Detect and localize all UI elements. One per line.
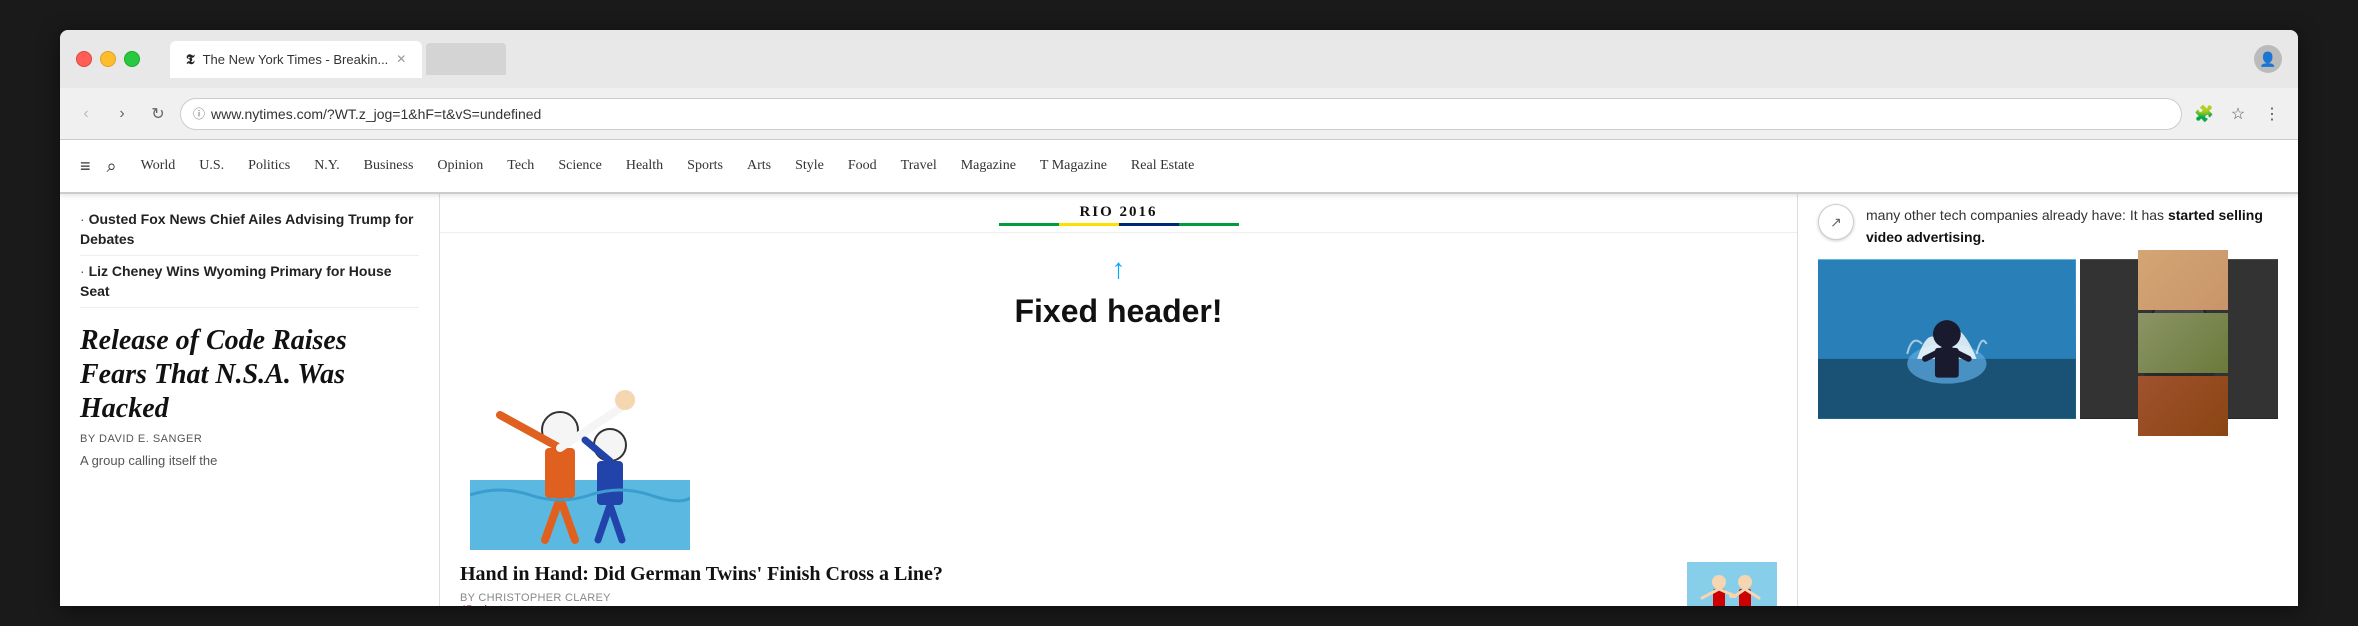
rio-bar-green2 [1179,223,1239,226]
main-story-title[interactable]: Release of Code Raises Fears That N.S.A.… [80,324,419,425]
url-text: www.nytimes.com/?WT.z_jog=1&hF=t&vS=unde… [211,106,541,122]
top-story-2[interactable]: Liz Cheney Wins Wyoming Primary for Hous… [80,256,419,308]
article-headline[interactable]: Hand in Hand: Did German Twins' Finish C… [460,562,1671,586]
maximize-button[interactable] [124,51,140,67]
nav-item-science[interactable]: Science [558,158,602,174]
main-story-excerpt: A group calling itself the [80,451,419,471]
nyt-tab-icon: 𝕿 [186,51,195,68]
fixed-header-arrow-icon: ↑ [440,253,1797,285]
back-button[interactable]: ‹ [72,100,100,128]
extensions-icon[interactable]: 🧩 [2190,100,2218,128]
nav-item-opinion[interactable]: Opinion [437,158,483,174]
nyt-nav-left: ≡ ⌕ [80,156,117,177]
article-mid-flex: Hand in Hand: Did German Twins' Finish C… [460,562,1777,606]
nav-item-food[interactable]: Food [848,158,877,174]
nav-item-real-estate[interactable]: Real Estate [1131,158,1194,174]
article-text-block: Hand in Hand: Did German Twins' Finish C… [460,562,1671,606]
nav-item-us[interactable]: U.S. [199,158,224,174]
tab-close-button[interactable]: ✕ [396,52,406,66]
left-column: Ousted Fox News Chief Ailes Advising Tru… [60,194,440,606]
nyt-nav-items: World U.S. Politics N.Y. Business Opinio… [141,158,2278,174]
tab-title: The New York Times - Breakin... [203,52,389,67]
nav-item-sports[interactable]: Sports [687,158,723,174]
rio-badge: RIO 2016 [440,194,1797,233]
forward-button[interactable]: › [108,100,136,128]
content-inner: Ousted Fox News Chief Ailes Advising Tru… [60,194,2298,606]
nav-item-world[interactable]: World [141,158,176,174]
nav-item-ny[interactable]: N.Y. [314,158,339,174]
nav-item-style[interactable]: Style [795,158,824,174]
rio-title: RIO 2016 [440,204,1797,221]
nav-item-business[interactable]: Business [364,158,414,174]
byline-text: By CHRISTOPHER CLAREY [460,592,611,604]
rio-bar-yellow [1059,223,1119,226]
nav-item-t-magazine[interactable]: T Magazine [1040,158,1107,174]
bookmark-icon[interactable]: ☆ [2224,100,2252,128]
olympic-illustration [440,350,1797,550]
small-thumbnails [2138,250,2228,436]
toolbar-right: 🧩 ☆ ⋮ [2190,100,2286,128]
runner-thumbnail [1687,562,1777,606]
thumbnail-2[interactable] [2138,313,2228,373]
address-bar: ‹ › ↻ ⓘ www.nytimes.com/?WT.z_jog=1&hF=t… [60,88,2298,140]
nav-item-tech[interactable]: Tech [507,158,534,174]
tab-bar: 𝕿 The New York Times - Breakin... ✕ [170,41,2244,77]
right-article-text: many other tech companies already have: … [1866,204,2278,249]
secure-icon: ⓘ [193,105,205,122]
minimize-button[interactable] [100,51,116,67]
url-bar[interactable]: ⓘ www.nytimes.com/?WT.z_jog=1&hF=t&vS=un… [180,98,2182,130]
article-byline: By CHRISTOPHER CLAREY [460,592,1671,604]
rio-bar-blue [1119,223,1179,226]
rio-bar-green [999,223,1059,226]
thumbnail-1[interactable] [2138,250,2228,310]
content-area: Ousted Fox News Chief Ailes Advising Tru… [60,194,2298,606]
nav-item-health[interactable]: Health [626,158,663,174]
article-time: 45 minutes ago [460,604,1671,606]
fixed-header-annotation: ↑ Fixed header! [440,233,1797,350]
olympic-figure-svg [470,350,690,550]
refresh-button[interactable]: ↻ [144,100,172,128]
share-button[interactable]: ↗ [1818,204,1854,240]
top-story-1-text: Ousted Fox News Chief Ailes Advising Tru… [80,211,413,247]
middle-column: RIO 2016 ↑ Fixed header! [440,194,1798,606]
rio-underline [440,223,1797,226]
nav-item-travel[interactable]: Travel [901,158,937,174]
nav-item-magazine[interactable]: Magazine [961,158,1016,174]
hamburger-menu[interactable]: ≡ [80,156,91,177]
nav-item-arts[interactable]: Arts [747,158,771,174]
fixed-header-label: Fixed header! [1014,293,1222,329]
runner-svg [1687,562,1777,606]
water-splash-svg [1818,259,2076,419]
traffic-lights [76,51,140,67]
browser-window: 𝕿 The New York Times - Breakin... ✕ 👤 ‹ … [60,30,2298,606]
right-text-content: many other tech companies already have: … [1866,207,2263,245]
menu-icon[interactable]: ⋮ [2258,100,2286,128]
active-tab[interactable]: 𝕿 The New York Times - Breakin... ✕ [170,41,422,77]
right-column: ↗ many other tech companies already have… [1798,194,2298,606]
thumbnail-3[interactable] [2138,376,2228,436]
title-bar: 𝕿 The New York Times - Breakin... ✕ 👤 [60,30,2298,88]
close-button[interactable] [76,51,92,67]
nav-item-politics[interactable]: Politics [248,158,290,174]
top-story-2-text: Liz Cheney Wins Wyoming Primary for Hous… [80,263,392,299]
search-button[interactable]: ⌕ [107,156,117,177]
nyt-navbar: ≡ ⌕ World U.S. Politics N.Y. Business Op… [60,140,2298,194]
profile-icon[interactable]: 👤 [2254,45,2282,73]
main-story-byline: By DAVID E. SANGER [80,433,419,445]
article-section: Hand in Hand: Did German Twins' Finish C… [440,550,1797,606]
inactive-tab[interactable] [426,43,506,75]
water-splash-image[interactable] [1818,259,2076,419]
top-story-1[interactable]: Ousted Fox News Chief Ailes Advising Tru… [80,204,419,256]
